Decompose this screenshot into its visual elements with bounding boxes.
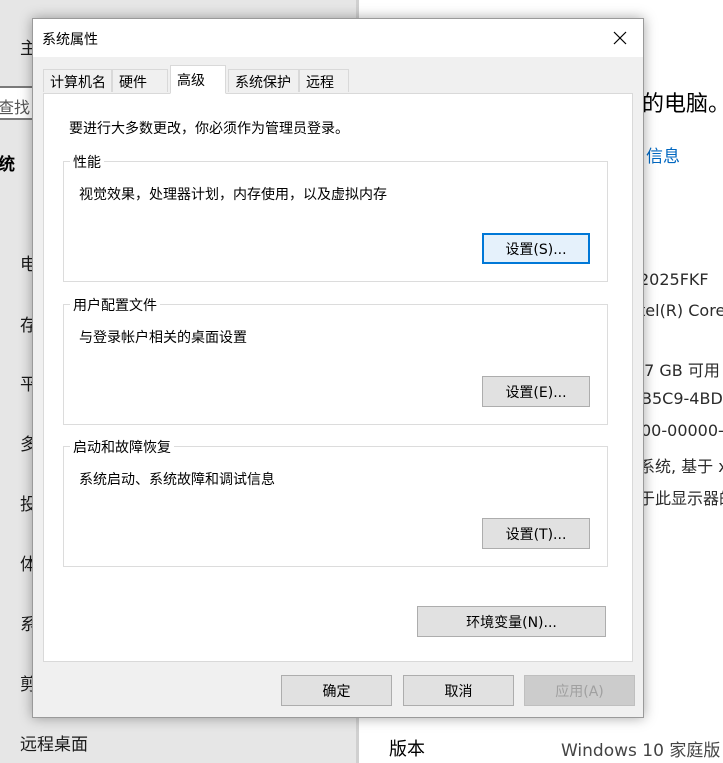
device-id-value: B5C9-4BD bbox=[641, 389, 723, 408]
nav-item-remote-desktop[interactable]: 远程桌面 bbox=[20, 730, 88, 755]
content-heading-fragment: 的电脑。 bbox=[642, 92, 723, 117]
user-profiles-settings-button[interactable]: 设置(E)... bbox=[482, 376, 590, 407]
ram-value: .7 GB 可用 bbox=[639, 361, 720, 380]
performance-description: 视觉效果，处理器计划，内存使用，以及虚拟内存 bbox=[79, 187, 387, 203]
tab-advanced[interactable]: 高级 bbox=[170, 65, 226, 94]
nav-section-title: 统 bbox=[0, 155, 15, 175]
performance-group-title: 性能 bbox=[70, 152, 104, 172]
device-name-value: 2025FKF bbox=[639, 270, 709, 289]
cancel-button[interactable]: 取消 bbox=[403, 675, 514, 706]
processor-value: tel(R) Core bbox=[639, 301, 723, 320]
startup-recovery-description: 系统启动、系统故障和调试信息 bbox=[79, 472, 275, 488]
dialog-titlebar[interactable]: 系统属性 bbox=[33, 19, 643, 57]
tab-hardware[interactable]: 硬件 bbox=[112, 69, 168, 92]
system-properties-dialog: 系统属性 计算机名 硬件 高级 系统保护 远程 要进行大多数更改，你必须作为管理… bbox=[32, 18, 644, 718]
system-type-value: 系统, 基于 x bbox=[639, 457, 723, 476]
user-profiles-group: 用户配置文件 与登录帐户相关的桌面设置 设置(E)... bbox=[63, 295, 608, 425]
tab-remote[interactable]: 远程 bbox=[299, 69, 349, 92]
search-placeholder: 查找 bbox=[0, 98, 31, 117]
edition-label: 版本 bbox=[389, 739, 425, 760]
dialog-title: 系统属性 bbox=[42, 32, 98, 48]
admin-notice: 要进行大多数更改，你必须作为管理员登录。 bbox=[69, 121, 349, 137]
close-button[interactable] bbox=[603, 23, 637, 53]
startup-recovery-settings-button[interactable]: 设置(T)... bbox=[482, 518, 590, 549]
startup-recovery-group-title: 启动和故障恢复 bbox=[70, 437, 174, 457]
screen: 主 查找 统 电 存 平 多 投 体 系 剪 远程桌面 的电脑。 信息 2025… bbox=[0, 0, 723, 763]
pen-touch-value: 于此显示器的 bbox=[639, 489, 723, 508]
user-profiles-description: 与登录帐户相关的桌面设置 bbox=[79, 330, 247, 346]
performance-settings-button[interactable]: 设置(S)... bbox=[482, 233, 590, 264]
startup-recovery-group: 启动和故障恢复 系统启动、系统故障和调试信息 设置(T)... bbox=[63, 437, 608, 567]
ok-button[interactable]: 确定 bbox=[281, 675, 392, 706]
apply-button[interactable]: 应用(A) bbox=[524, 675, 635, 706]
environment-variables-button[interactable]: 环境变量(N)... bbox=[417, 606, 606, 637]
info-link[interactable]: 信息 bbox=[646, 142, 680, 167]
product-id-value: 00-00000-/ bbox=[641, 421, 723, 440]
user-profiles-group-title: 用户配置文件 bbox=[70, 295, 160, 315]
close-icon bbox=[613, 31, 627, 45]
tab-computer-name[interactable]: 计算机名 bbox=[43, 69, 112, 92]
performance-group: 性能 视觉效果，处理器计划，内存使用，以及虚拟内存 设置(S)... bbox=[63, 152, 608, 282]
edition-value: Windows 10 家庭版 bbox=[561, 741, 721, 761]
advanced-tab-panel: 要进行大多数更改，你必须作为管理员登录。 性能 视觉效果，处理器计划，内存使用，… bbox=[43, 93, 633, 662]
tab-system-protection[interactable]: 系统保护 bbox=[228, 69, 299, 92]
